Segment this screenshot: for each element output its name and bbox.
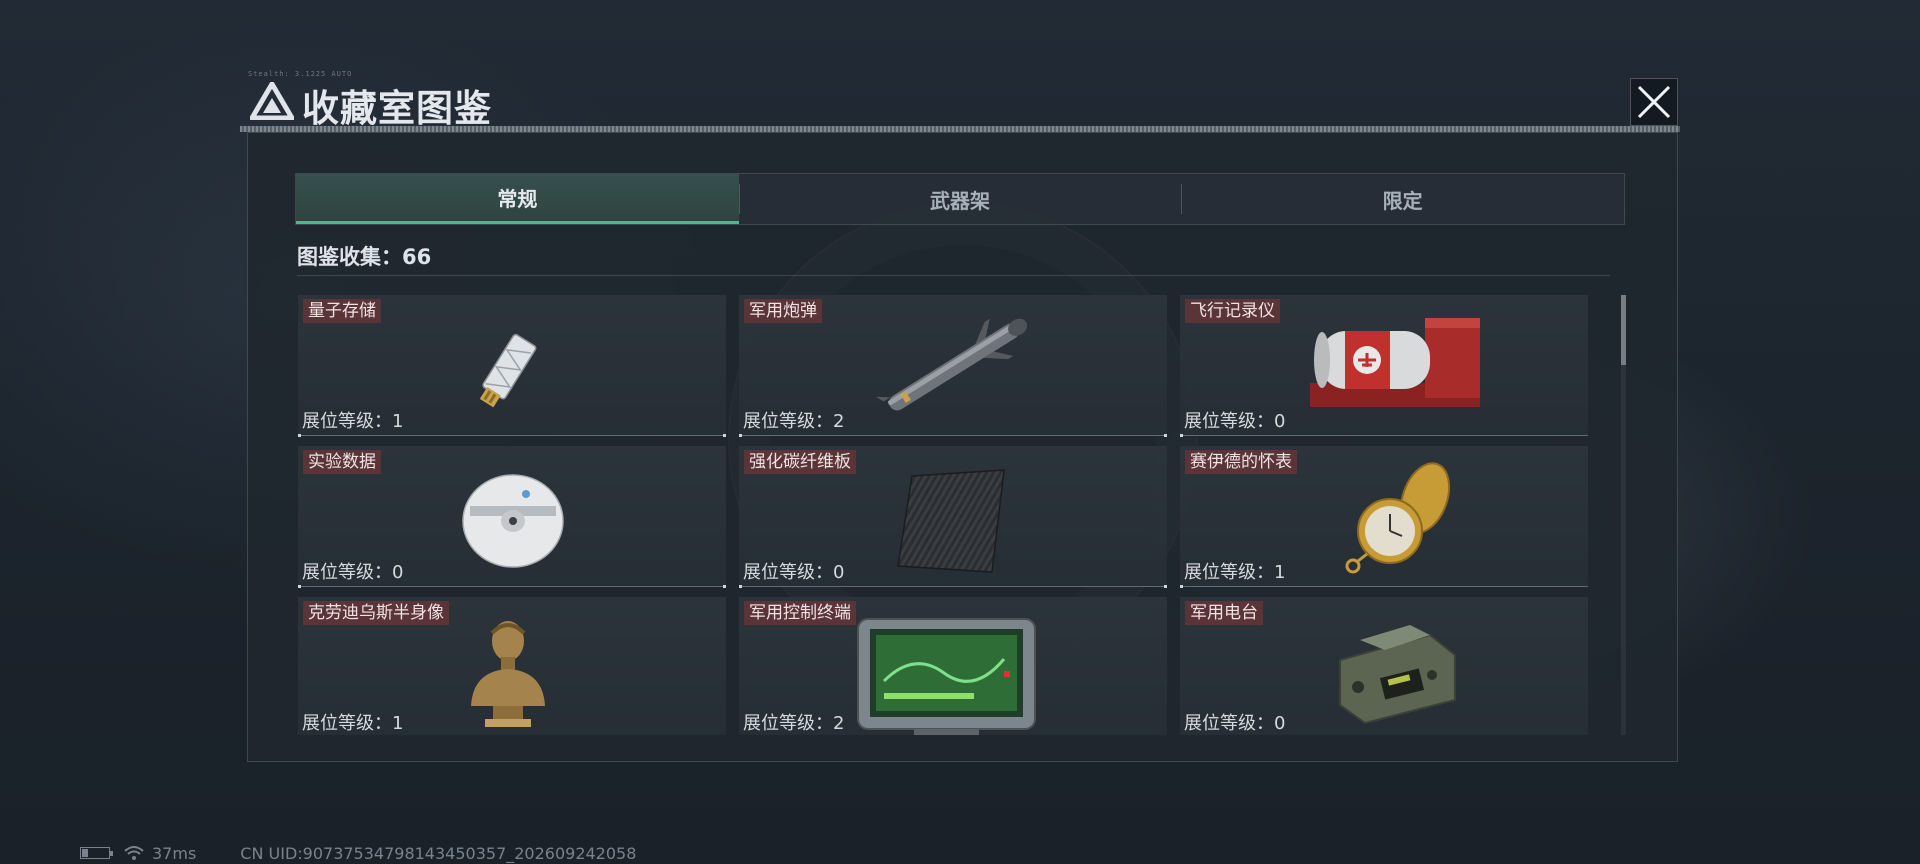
tab-weapon-rack[interactable]: 武器架 <box>738 174 1182 224</box>
triangle-logo-icon <box>250 82 294 120</box>
tab-limited[interactable]: 限定 <box>1181 174 1624 224</box>
item-card-experiment-data[interactable]: 实验数据 展位等级：0 <box>298 446 726 588</box>
usb-drive-icon <box>479 333 537 408</box>
item-name: 强化碳纤维板 <box>744 450 856 474</box>
battery-icon <box>80 847 113 859</box>
tab-bar: 常规 武器架 限定 <box>295 173 1625 225</box>
item-card-military-shell[interactable]: 军用炮弹 展位等级：2 <box>739 295 1167 437</box>
grid-scrollbar[interactable] <box>1621 295 1626 735</box>
item-card-flight-recorder[interactable]: 飞行记录仪 展位等级：0 <box>1180 295 1588 437</box>
carbon-plate-icon <box>897 469 1005 573</box>
disc-icon <box>462 474 564 568</box>
item-name: 军用控制终端 <box>744 601 856 625</box>
item-card-pocket-watch[interactable]: 赛伊德的怀表 展位等级：1 <box>1180 446 1588 588</box>
bust-icon <box>471 621 545 727</box>
collection-divider <box>297 275 1610 276</box>
item-name: 量子存储 <box>303 299 381 323</box>
item-level: 展位等级：1 <box>302 411 404 432</box>
collection-count: 图鉴收集：66 <box>297 245 432 269</box>
item-card-quantum-storage[interactable]: 量子存储 展位等级：1 <box>298 295 726 437</box>
scrollbar-thumb[interactable] <box>1621 295 1626 365</box>
item-level: 展位等级：0 <box>302 562 404 583</box>
ping-value: 37ms <box>152 843 197 863</box>
item-name: 军用炮弹 <box>744 299 822 323</box>
item-level: 展位等级：0 <box>1184 411 1286 432</box>
status-bar: 37ms CN UID:90737534798143450357_2026092… <box>80 843 636 863</box>
title-bar: Stealth: 3.1225 AUTO 收藏室图鉴 <box>240 70 1685 132</box>
item-level: 展位等级：0 <box>743 562 845 583</box>
tab-regular[interactable]: 常规 <box>296 174 739 224</box>
item-level: 展位等级：2 <box>743 411 845 432</box>
item-level: 展位等级：0 <box>1184 713 1286 734</box>
item-name: 飞行记录仪 <box>1185 299 1280 323</box>
flight-recorder-icon <box>1310 318 1480 407</box>
title-code: Stealth: 3.1225 AUTO <box>248 70 353 78</box>
page-title: 收藏室图鉴 <box>302 87 492 130</box>
item-name: 军用电台 <box>1185 601 1263 625</box>
item-card-claudius-bust[interactable]: 克劳迪乌斯半身像 展位等级：1 <box>298 597 726 735</box>
pocket-watch-icon <box>1345 462 1451 574</box>
control-terminal-icon <box>857 618 1036 735</box>
item-card-military-radio[interactable]: 军用电台 展位等级：0 <box>1180 597 1588 735</box>
user-uid: CN UID:90737534798143450357_202609242058 <box>240 843 637 863</box>
item-level: 展位等级：1 <box>302 713 404 734</box>
close-button[interactable] <box>1630 78 1678 126</box>
radio-icon <box>1339 625 1456 725</box>
item-level: 展位等级：2 <box>743 713 845 734</box>
item-card-military-control-terminal[interactable]: 军用控制终端 展位等级：2 <box>739 597 1167 735</box>
item-card-carbon-fiber-plate[interactable]: 强化碳纤维板 展位等级：0 <box>739 446 1167 588</box>
item-name: 实验数据 <box>303 450 381 474</box>
collection-panel: 常规 武器架 限定 图鉴收集：66 量子存储 展位等级：1 军用炮弹 展位等级：… <box>247 132 1678 762</box>
close-icon <box>1637 85 1671 119</box>
wifi-icon <box>124 846 144 860</box>
item-grid: 量子存储 展位等级：1 军用炮弹 展位等级：2 飞行记录仪 展位等级：0 实验数… <box>298 295 1588 735</box>
item-name: 克劳迪乌斯半身像 <box>303 601 449 625</box>
item-name: 赛伊德的怀表 <box>1185 450 1297 474</box>
missile-icon <box>875 318 1028 411</box>
item-level: 展位等级：1 <box>1184 562 1286 583</box>
